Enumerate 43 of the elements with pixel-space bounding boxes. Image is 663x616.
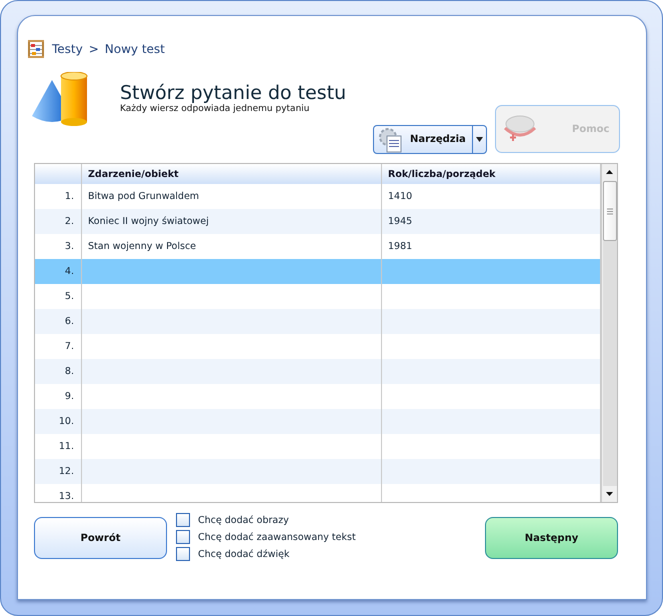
cone-cylinder-icon — [30, 72, 88, 128]
table-row[interactable]: 4. — [35, 259, 601, 284]
checkbox[interactable] — [176, 530, 190, 544]
table-cell: Koniec II wojny światowej — [88, 216, 209, 227]
back-button[interactable]: Powrót — [34, 517, 167, 559]
row-number: 10. — [35, 409, 82, 434]
checkbox[interactable] — [176, 513, 190, 527]
row-number: 4. — [35, 259, 82, 284]
scroll-down-icon[interactable] — [606, 492, 613, 496]
lifebuoy-icon — [502, 114, 538, 144]
table-row[interactable]: 6. — [35, 309, 601, 334]
table-cell: 1410 — [388, 191, 412, 202]
grip-icon — [606, 208, 612, 214]
scrollbar[interactable] — [601, 164, 617, 502]
table-row[interactable]: 8. — [35, 359, 601, 384]
table-row[interactable]: 2. Koniec II wojny światowej 1945 — [35, 209, 601, 234]
page-title: Stwórz pytanie do testu — [120, 82, 346, 104]
tools-button[interactable]: Narzędzia — [373, 125, 487, 154]
row-number: 12. — [35, 459, 82, 484]
table-row[interactable]: 10. — [35, 409, 601, 434]
table-cell: Bitwa pod Grunwaldem — [88, 191, 200, 202]
column-header: Zdarzenie/obiekt — [82, 164, 382, 184]
next-button[interactable]: Następny — [485, 517, 618, 559]
row-number: 6. — [35, 309, 82, 334]
breadcrumb-link[interactable]: Testy — [52, 42, 83, 56]
checkbox-label: Chcę dodać dźwięk — [198, 548, 290, 560]
page-subtitle: Każdy wiersz odpowiada jednemu pytaniu — [120, 104, 310, 114]
gear-document-icon — [378, 126, 404, 152]
table-cell: 1981 — [388, 241, 412, 252]
table-cell: Stan wojenny w Polsce — [88, 241, 196, 252]
abacus-icon — [26, 39, 46, 59]
breadcrumb-separator: > — [88, 42, 99, 56]
caret-icon — [476, 137, 483, 142]
row-number: 13. — [35, 484, 82, 502]
row-number: 2. — [35, 209, 82, 234]
checkbox[interactable] — [176, 547, 190, 561]
breadcrumb-current: Nowy test — [104, 42, 165, 56]
checkbox-label: Chcę dodać zaawansowany tekst — [198, 532, 356, 542]
row-number: 8. — [35, 359, 82, 384]
scroll-up-icon[interactable] — [606, 170, 613, 174]
checkbox-label: Chcę dodać obrazy — [198, 514, 289, 526]
table-row[interactable]: 12. — [35, 459, 601, 484]
table-cell: 1945 — [388, 216, 412, 227]
